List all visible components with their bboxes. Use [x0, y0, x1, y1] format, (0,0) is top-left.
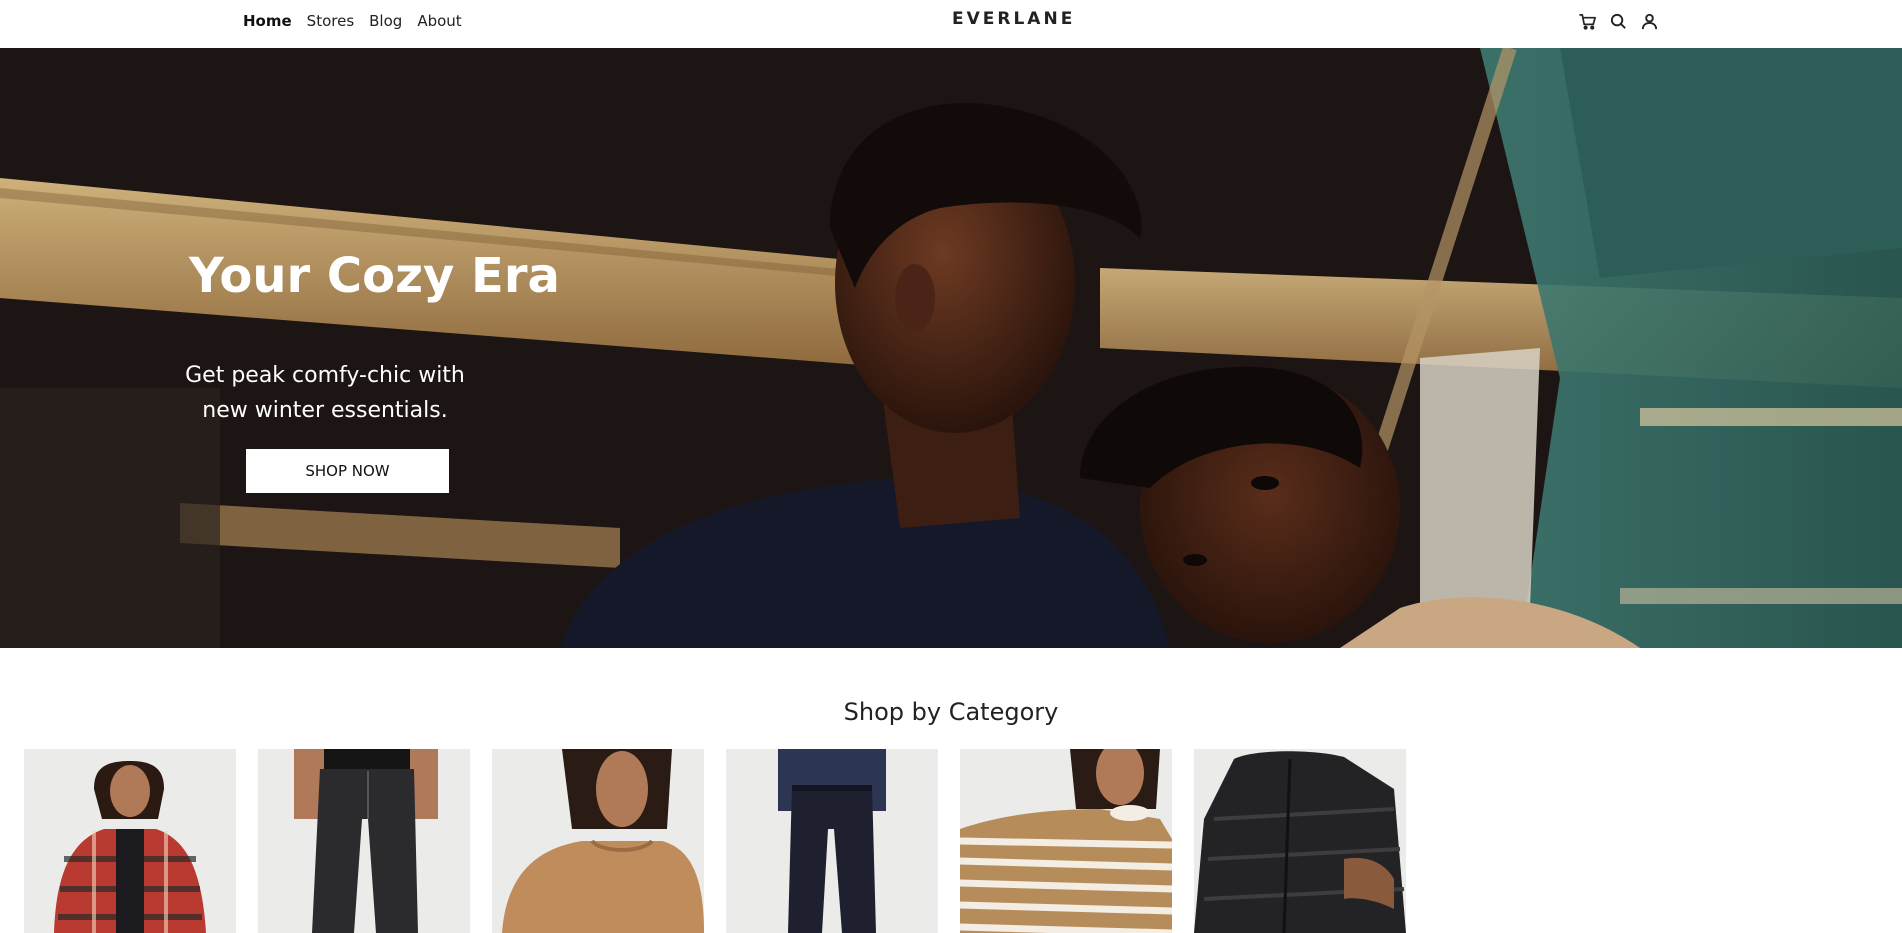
navy-pants-image	[726, 749, 938, 933]
category-section-title: Shop by Category	[843, 698, 1059, 726]
category-card-pants[interactable]	[726, 749, 938, 933]
hero-title: Your Cozy Era	[189, 248, 560, 304]
nav-stores[interactable]: Stores	[307, 12, 354, 30]
nav-home[interactable]: Home	[243, 12, 292, 30]
category-card-sweaters[interactable]	[960, 749, 1172, 933]
category-card-outerwear[interactable]	[1194, 749, 1406, 933]
site-header: Home Stores Blog About EVERLANE	[0, 0, 1902, 48]
hero-subtitle: Get peak comfy-chic with new winter esse…	[185, 363, 465, 423]
category-grid	[24, 749, 1406, 933]
nav-about[interactable]: About	[417, 12, 461, 30]
category-card-tees[interactable]	[492, 749, 704, 933]
header-icons	[1578, 12, 1659, 31]
tan-tee-image	[492, 749, 704, 933]
shop-now-button[interactable]: SHOP NOW	[246, 449, 449, 493]
flannel-shirt-image	[24, 749, 236, 933]
account-icon[interactable]	[1640, 12, 1659, 31]
striped-sweater-image	[960, 749, 1172, 933]
category-card-flannel[interactable]	[24, 749, 236, 933]
search-icon[interactable]	[1609, 12, 1628, 31]
hero-banner: Your Cozy Era Get peak comfy-chic with n…	[0, 48, 1902, 648]
hero-image	[0, 48, 1902, 648]
category-card-denim[interactable]	[258, 749, 470, 933]
nav-blog[interactable]: Blog	[369, 12, 402, 30]
cart-icon[interactable]	[1578, 12, 1597, 31]
puffer-jacket-image	[1194, 749, 1406, 933]
main-nav: Home Stores Blog About	[243, 12, 462, 30]
black-jeans-image	[258, 749, 470, 933]
brand-logo[interactable]: EVERLANE	[952, 9, 1075, 29]
